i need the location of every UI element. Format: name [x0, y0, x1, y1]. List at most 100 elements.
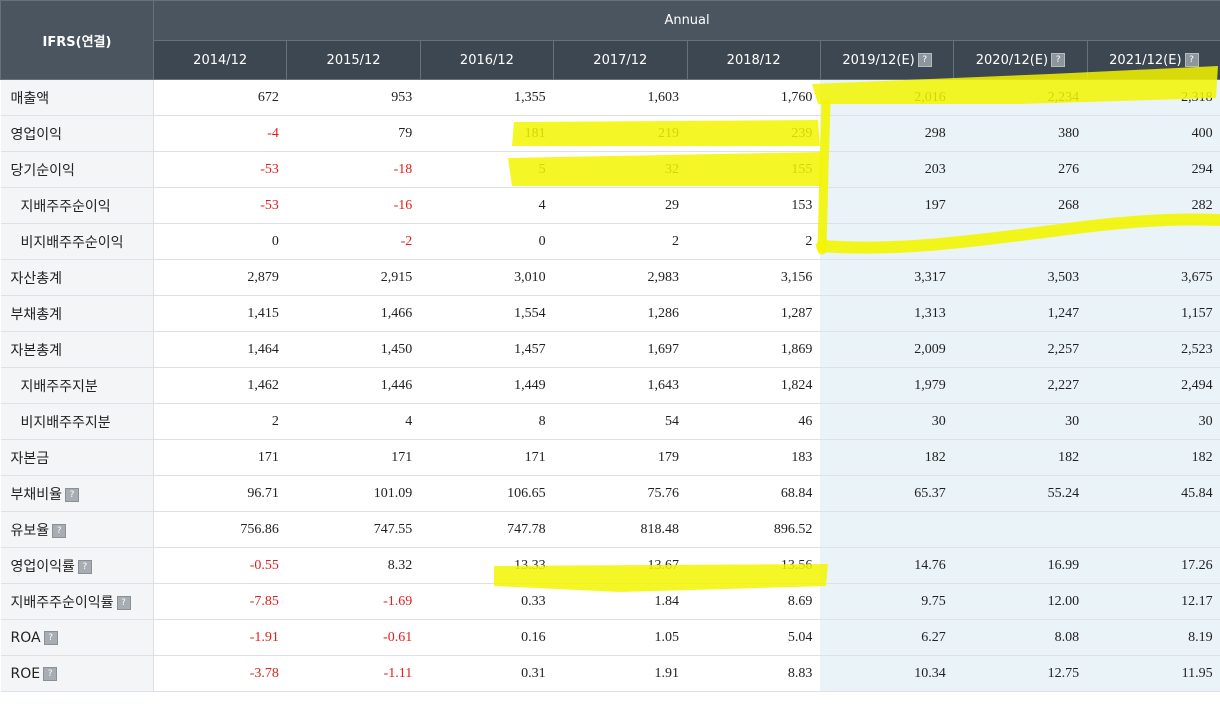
value-cell: 96.71	[153, 475, 287, 512]
value-cell: 1,355	[420, 79, 554, 116]
value-cell: 1,760	[687, 79, 821, 116]
value-cell: 2,016	[820, 79, 954, 116]
row-label: 당기순이익	[10, 162, 75, 179]
year-header-label: 2015/12	[326, 52, 381, 68]
value-cell	[820, 223, 954, 260]
value-cell: -1.11	[286, 655, 421, 692]
table-row: 지배주주순이익률? -7.85 -1.69 0.33 1.84 8.69 9.75 12.00…	[0, 583, 1220, 620]
table-row: 비지배주주지분 2 4 8 54 46 30 30 30	[0, 403, 1220, 440]
row-label-cell: 부채비율?	[0, 475, 154, 512]
value-cell: 1,643	[553, 367, 687, 404]
value-cell: 32	[553, 151, 687, 188]
value-cell: 2,494	[1087, 367, 1220, 404]
value-cell: 1,446	[286, 367, 421, 404]
table-row: 자산총계 2,879 2,915 3,010 2,983 3,156 3,317 3,503 3…	[0, 259, 1220, 296]
value-cell: 2,009	[820, 331, 954, 368]
help-icon[interactable]: ?	[917, 53, 932, 67]
value-cell: -2	[286, 223, 421, 260]
row-label-cell: 당기순이익	[0, 151, 154, 188]
value-cell: 12.75	[953, 655, 1088, 692]
row-label-cell: 유보율?	[0, 511, 154, 548]
value-cell: 5.04	[687, 619, 821, 656]
row-label: 영업이익	[10, 126, 63, 143]
value-cell: 8	[420, 403, 554, 440]
value-cell	[953, 511, 1088, 548]
row-label-cell: 비지배주주지분	[0, 403, 154, 440]
year-header-label: 2021/12(E)	[1109, 52, 1182, 68]
row-label: 지배주주순이익	[20, 198, 111, 215]
value-cell: 3,156	[687, 259, 821, 296]
year-header-0: 2014/12	[152, 40, 288, 80]
year-header-3: 2017/12	[553, 40, 688, 80]
row-label-cell: 지배주주순이익	[0, 187, 154, 224]
value-cell: 171	[286, 439, 421, 476]
row-label: 영업이익률	[10, 558, 75, 575]
value-cell: 45.84	[1087, 475, 1220, 512]
row-label-cell: 지배주주지분	[0, 367, 154, 404]
value-cell: 3,675	[1087, 259, 1220, 296]
value-cell: 747.55	[286, 511, 421, 548]
value-cell: 182	[820, 439, 954, 476]
value-cell: -1.91	[153, 619, 287, 656]
table-row: ROE? -3.78 -1.11 0.31 1.91 8.83 10.34 12.75 11.9…	[0, 655, 1220, 692]
value-cell: 182	[953, 439, 1088, 476]
year-header-label: 2020/12(E)	[975, 52, 1049, 68]
row-label: 자산총계	[10, 270, 63, 287]
row-label-cell: 영업이익	[0, 115, 154, 152]
help-icon[interactable]: ?	[77, 559, 92, 574]
value-cell: 10.34	[820, 655, 954, 692]
row-label: 매출액	[10, 90, 50, 107]
value-cell: 1,450	[286, 331, 421, 368]
value-cell: 54	[553, 403, 687, 440]
value-cell: 106.65	[420, 475, 554, 512]
value-cell: 1,286	[553, 295, 687, 332]
row-label-cell: 비지배주주순이익	[0, 223, 154, 260]
table-row: 자본총계 1,464 1,450 1,457 1,697 1,869 2,009 2,257 2…	[0, 331, 1220, 368]
value-cell: -4	[153, 115, 287, 152]
value-cell: 1,466	[286, 295, 421, 332]
value-cell: 1,247	[953, 295, 1088, 332]
help-icon[interactable]: ?	[65, 487, 80, 502]
value-cell: 181	[420, 115, 554, 152]
value-cell: 2,318	[1087, 79, 1220, 116]
help-icon[interactable]: ?	[43, 630, 58, 645]
financial-summary-table: IFRS(연결) Annual 2014/12 2015/12 2016/12 201…	[0, 0, 1220, 692]
value-cell: 1.84	[553, 583, 687, 620]
value-cell: 0	[420, 223, 554, 260]
value-cell: 756.86	[153, 511, 287, 548]
help-icon[interactable]: ?	[116, 595, 131, 610]
value-cell: 268	[953, 187, 1088, 224]
value-cell: -53	[153, 151, 287, 188]
value-cell: 11.95	[1087, 655, 1220, 692]
value-cell: 294	[1087, 151, 1220, 188]
year-header-label: 2018/12	[726, 52, 781, 68]
value-cell: 1,697	[553, 331, 687, 368]
year-header-4: 2018/12	[686, 40, 821, 80]
value-cell: 8.83	[687, 655, 821, 692]
value-cell: 182	[1087, 439, 1220, 476]
row-label: 지배주주순이익률	[10, 594, 114, 611]
value-cell: 276	[953, 151, 1088, 188]
value-cell: 818.48	[553, 511, 687, 548]
row-label-cell: ROE?	[0, 655, 154, 692]
row-label-cell: 매출액	[0, 79, 154, 116]
value-cell: 4	[286, 403, 421, 440]
value-cell: 13.67	[553, 547, 687, 584]
help-icon[interactable]: ?	[43, 666, 58, 681]
value-cell: 0.33	[420, 583, 554, 620]
value-cell: -3.78	[153, 655, 287, 692]
row-label: 부채총계	[10, 306, 63, 323]
value-cell: -1.69	[286, 583, 421, 620]
value-cell: 30	[953, 403, 1088, 440]
value-cell: 30	[820, 403, 954, 440]
help-icon[interactable]: ?	[1051, 53, 1066, 67]
value-cell: 9.75	[820, 583, 954, 620]
row-label: ROA	[10, 629, 41, 646]
value-cell: 2,983	[553, 259, 687, 296]
value-cell: 1,449	[420, 367, 554, 404]
help-icon[interactable]: ?	[52, 523, 67, 538]
value-cell: 101.09	[286, 475, 421, 512]
table-row: 지배주주순이익 -53 -16 4 29 153 197 268 282	[0, 187, 1220, 224]
help-icon[interactable]: ?	[1184, 53, 1199, 67]
value-cell: 79	[286, 115, 421, 152]
